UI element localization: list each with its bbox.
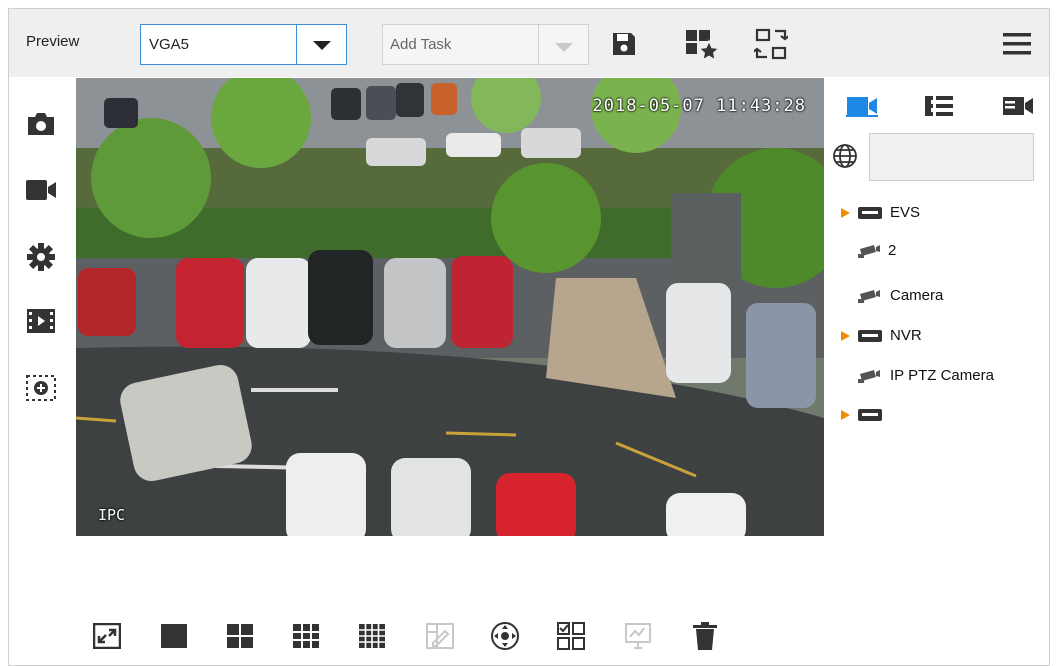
tree-item-label: Camera: [890, 287, 944, 304]
tree-camera-camera[interactable]: Camera: [858, 287, 943, 304]
top-toolbar: Preview VGA5 Add Task: [9, 9, 1049, 77]
chevron-down-icon[interactable]: [555, 43, 573, 52]
task-select[interactable]: Add Task: [382, 24, 589, 65]
expand-arrow-icon[interactable]: [841, 330, 850, 341]
camera-tab-icon[interactable]: [844, 91, 880, 121]
expand-arrow-icon[interactable]: [841, 207, 850, 218]
camera-icon: [858, 244, 880, 258]
monitor-icon: [623, 621, 653, 651]
task-select-value: Add Task: [390, 36, 452, 53]
camera-scene-image: [76, 78, 824, 536]
chevron-down-icon[interactable]: [313, 41, 331, 50]
menu-icon[interactable]: [999, 26, 1035, 62]
list-tab-icon[interactable]: [921, 91, 957, 121]
settings-icon[interactable]: [21, 237, 61, 277]
delete-icon[interactable]: [690, 621, 720, 651]
layout-9-icon[interactable]: [291, 621, 321, 651]
layout-16-icon[interactable]: [357, 621, 387, 651]
tree-device-unnamed[interactable]: [841, 409, 890, 421]
record-icon[interactable]: [21, 170, 61, 210]
tree-camera-ip-ptz[interactable]: IP PTZ Camera: [858, 367, 994, 384]
tree-device-evs[interactable]: EVS: [841, 204, 920, 221]
tree-item-label: NVR: [890, 327, 922, 344]
save-icon[interactable]: [606, 26, 642, 62]
device-icon: [858, 409, 882, 421]
tree-item-label: EVS: [890, 204, 921, 221]
layout-4-icon[interactable]: [225, 621, 255, 651]
fullscreen-icon[interactable]: [92, 621, 122, 651]
layout-switch-icon[interactable]: [753, 26, 789, 62]
favorite-layout-icon[interactable]: [684, 26, 720, 62]
tree-camera-2[interactable]: 2: [858, 242, 896, 259]
display-output-value: VGA5: [149, 36, 190, 53]
tree-item-label: 2: [888, 242, 897, 259]
device-search-input[interactable]: [869, 133, 1034, 181]
camera-icon: [858, 289, 880, 303]
camera-icon: [858, 369, 880, 383]
device-panel: EVS 2 Camera NVR IP PTZ Camera: [824, 77, 1050, 547]
tree-device-nvr[interactable]: NVR: [841, 327, 922, 344]
globe-icon[interactable]: [832, 143, 858, 174]
ptz-icon[interactable]: [490, 621, 520, 651]
video-channel-name: IPC: [98, 506, 126, 524]
page-title: Preview: [26, 33, 80, 50]
preview-window: Preview VGA5 Add Task 2018-05-07 11:43:2…: [8, 8, 1050, 666]
playback-icon[interactable]: [21, 301, 61, 341]
digital-zoom-icon[interactable]: [21, 368, 61, 408]
device-icon: [858, 206, 882, 219]
expand-arrow-icon[interactable]: [841, 410, 850, 420]
custom-layout-icon: [425, 621, 455, 651]
layout-1-icon[interactable]: [159, 621, 189, 651]
snapshot-icon[interactable]: [21, 104, 61, 144]
video-tab-icon[interactable]: [1000, 91, 1036, 121]
device-icon: [858, 329, 882, 342]
window-select-icon[interactable]: [556, 621, 586, 651]
video-timestamp: 2018-05-07 11:43:28: [592, 96, 806, 116]
tree-item-label: IP PTZ Camera: [890, 367, 994, 384]
live-video-view[interactable]: 2018-05-07 11:43:28 IPC: [76, 78, 824, 536]
display-output-select[interactable]: VGA5: [140, 24, 347, 65]
